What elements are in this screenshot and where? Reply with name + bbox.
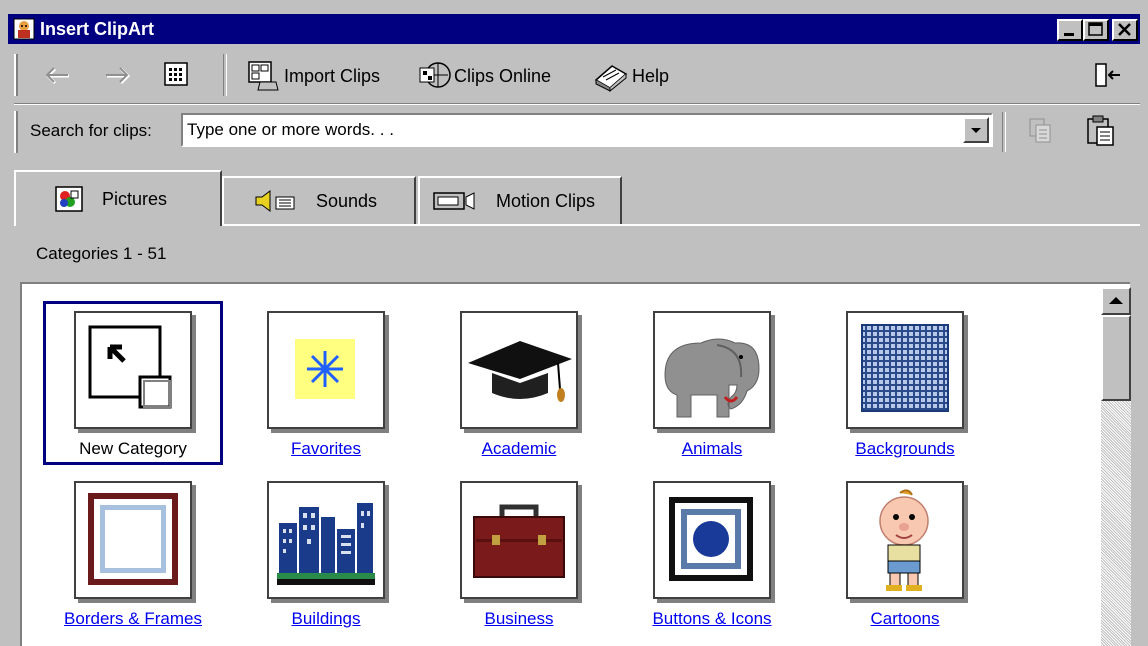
clipart-app-icon <box>13 18 35 40</box>
minimize-icon <box>1064 33 1074 36</box>
new-category-icon <box>88 325 172 409</box>
chevron-down-icon <box>971 128 981 133</box>
tab-motion-clips-label: Motion Clips <box>496 190 596 211</box>
tab-sounds-label: Sounds <box>316 190 378 211</box>
import-clips-button[interactable]: Import Clips <box>246 60 380 92</box>
category-label: Buttons & Icons <box>652 609 772 628</box>
search-label: Search for clips: <box>30 121 152 140</box>
maximize-button[interactable] <box>1083 19 1109 41</box>
scroll-thumb[interactable] <box>1101 315 1131 401</box>
category-borders-frames[interactable]: Borders & Frames <box>43 471 223 635</box>
search-input[interactable] <box>187 120 947 140</box>
clips-online-label: Clips Online <box>454 65 552 86</box>
search-separator <box>1002 112 1006 152</box>
categories-count: Categories 1 - 51 <box>36 244 167 263</box>
toolbar-separator <box>223 54 227 96</box>
academic-thumbnail <box>460 311 578 429</box>
video-camera-icon <box>433 192 475 210</box>
tab-pictures[interactable]: Pictures <box>14 170 222 226</box>
graduation-cap-icon <box>468 341 572 402</box>
scroll-up-button[interactable] <box>1101 287 1131 315</box>
category-animals[interactable]: Animals <box>622 301 802 465</box>
help-label: Help <box>632 65 670 86</box>
backgrounds-thumbnail <box>846 311 964 429</box>
clips-online-button[interactable]: Clips Online <box>418 60 551 92</box>
frame-icon <box>88 493 178 585</box>
scroll-up-arrow-icon <box>1109 297 1123 304</box>
speaker-icon <box>255 190 295 212</box>
category-favorites[interactable]: Favorites <box>236 301 416 465</box>
cartoon-boy-icon <box>879 489 929 591</box>
insert-clipart-window: Insert ClipArt Import Clips Clips Online… <box>0 0 1148 646</box>
close-icon <box>1118 23 1131 36</box>
toolbar-divider <box>14 103 1140 105</box>
category-label: Backgrounds <box>855 439 955 458</box>
favorites-thumbnail <box>267 311 385 429</box>
toolbar-grip[interactable] <box>14 54 18 96</box>
category-label: Business <box>484 609 554 628</box>
business-thumbnail <box>460 481 578 599</box>
grid-pattern-icon <box>861 324 949 412</box>
maximize-icon <box>1088 22 1103 36</box>
minimize-window-toggle-button[interactable] <box>1093 60 1123 90</box>
search-combobox[interactable] <box>181 113 993 147</box>
help-book-icon <box>594 65 628 92</box>
paste-button[interactable] <box>1085 114 1117 148</box>
category-label: Academic <box>481 439 557 458</box>
search-toolbar-grip[interactable] <box>14 111 18 153</box>
close-button[interactable] <box>1112 19 1138 41</box>
category-buildings[interactable]: Buildings <box>236 471 416 635</box>
new-category-thumbnail <box>74 311 192 429</box>
copy-icon <box>1029 118 1051 143</box>
back-arrow-icon <box>45 67 69 85</box>
search-dropdown-button[interactable] <box>963 117 989 143</box>
animals-thumbnail <box>653 311 771 429</box>
all-categories-button[interactable] <box>162 60 190 88</box>
category-label: New Category <box>79 439 187 458</box>
category-label: Cartoons <box>870 609 940 628</box>
help-button[interactable]: Help <box>592 60 669 92</box>
vertical-scrollbar[interactable] <box>1101 287 1131 646</box>
paste-icon <box>1087 115 1114 146</box>
category-cartoons[interactable]: Cartoons <box>815 471 995 635</box>
category-buttons-icons[interactable]: Buttons & Icons <box>622 471 802 635</box>
category-label: Borders & Frames <box>64 609 202 628</box>
back-button[interactable] <box>42 62 72 88</box>
buttons-icons-thumbnail <box>653 481 771 599</box>
category-business[interactable]: Business <box>429 471 609 635</box>
clips-online-icon <box>419 62 451 88</box>
change-window-size-icon <box>1095 63 1120 87</box>
buildings-icon <box>277 503 375 585</box>
button-icon <box>669 497 753 581</box>
pictures-icon <box>55 186 83 212</box>
forward-arrow-icon <box>106 67 131 85</box>
borders-frames-thumbnail <box>74 481 192 599</box>
category-label: Favorites <box>291 439 361 458</box>
tab-sounds[interactable]: Sounds <box>222 176 416 224</box>
all-categories-icon <box>164 62 188 86</box>
briefcase-icon <box>473 504 565 578</box>
category-academic[interactable]: Academic <box>429 301 609 465</box>
favorites-icon <box>295 339 355 399</box>
import-clips-icon <box>248 61 279 91</box>
minimize-button[interactable] <box>1057 19 1083 41</box>
buildings-thumbnail <box>267 481 385 599</box>
copy-button[interactable] <box>1026 116 1054 146</box>
tab-motion-clips[interactable]: Motion Clips <box>418 176 622 224</box>
title-bar: Insert ClipArt <box>8 14 1140 44</box>
elephant-icon <box>664 338 760 418</box>
category-label: Animals <box>681 439 743 458</box>
cartoons-thumbnail <box>846 481 964 599</box>
window-title: Insert ClipArt <box>40 19 155 39</box>
category-label: Buildings <box>291 609 361 628</box>
category-new-category[interactable]: New Category <box>43 301 223 465</box>
import-clips-label: Import Clips <box>284 65 381 86</box>
forward-button[interactable] <box>102 62 132 88</box>
category-backgrounds[interactable]: Backgrounds <box>815 301 995 465</box>
tab-pictures-label: Pictures <box>102 188 168 209</box>
